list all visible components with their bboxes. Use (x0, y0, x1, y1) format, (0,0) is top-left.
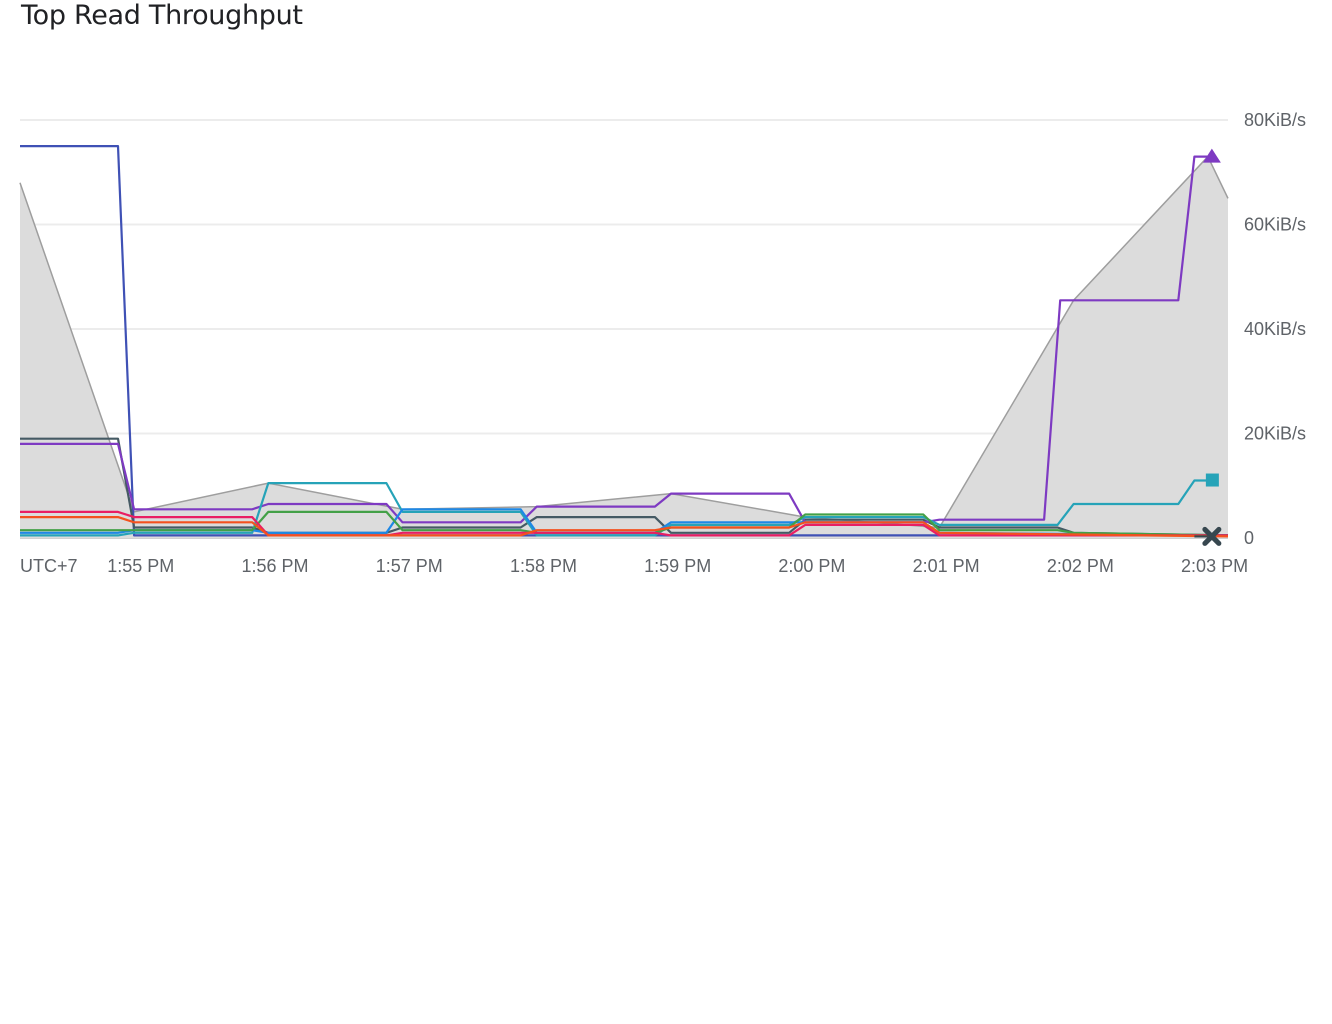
x-tick-label: 2:02 PM (1047, 556, 1114, 576)
x-tick-label: 2:01 PM (913, 556, 980, 576)
series-marker-square (1205, 473, 1219, 487)
read-throughput-chart: 0 20KiB/s 40KiB/s 60KiB/s 80KiB/s UTC+7 1:55 … (19, 110, 1306, 576)
y-axis-ticks: 0 20KiB/s 40KiB/s 60KiB/s 80KiB/s (1244, 110, 1306, 548)
y-tick-label: 80KiB/s (1244, 110, 1306, 130)
x-tick-label: 1:57 PM (376, 556, 443, 576)
series-lines (20, 145, 1229, 538)
x-tick-label: 1:55 PM (107, 556, 174, 576)
x-tick-label: 1:58 PM (510, 556, 577, 576)
x-tick-label: 1:59 PM (644, 556, 711, 576)
timezone-label: UTC+7 (20, 556, 78, 576)
x-tick-label: 1:56 PM (241, 556, 308, 576)
y-tick-label: 20KiB/s (1244, 424, 1306, 444)
x-axis-ticks: UTC+7 1:55 PM 1:56 PM 1:57 PM 1:58 PM 1:59 PM… (20, 556, 1248, 576)
x-tick-label: 2:03 PM (1181, 556, 1248, 576)
y-tick-label: 0 (1244, 528, 1254, 548)
y-tick-label: 40KiB/s (1244, 319, 1306, 339)
x-tick-label: 2:00 PM (778, 556, 845, 576)
y-tick-label: 60KiB/s (1244, 215, 1306, 235)
